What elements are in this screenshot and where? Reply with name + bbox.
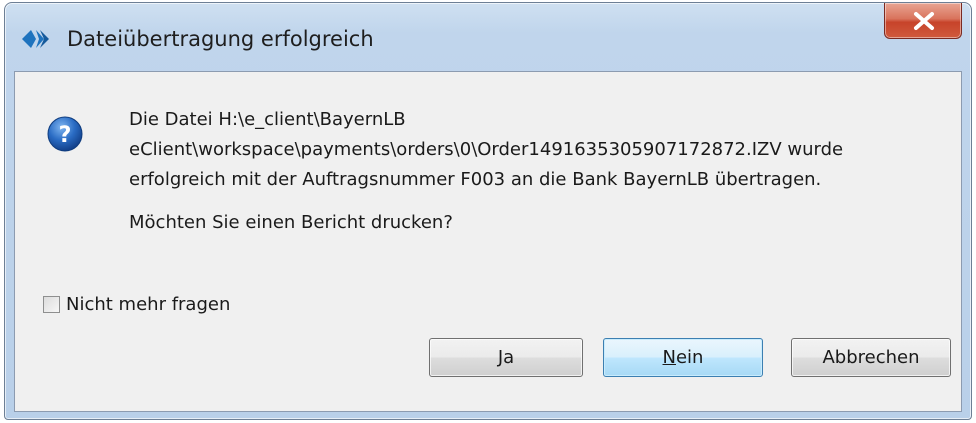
svg-text:?: ? (59, 123, 72, 148)
title-bar[interactable]: Dateiübertragung erfolgreich (5, 3, 971, 73)
no-button-label: Nein (662, 347, 704, 368)
dialog-window: Dateiübertragung erfolgreich ? Die Datei… (4, 2, 972, 420)
question-icon: ? (47, 116, 83, 152)
cancel-button-label: Abbrechen (822, 347, 920, 368)
close-icon (914, 12, 934, 30)
no-button[interactable]: Nein (603, 338, 763, 377)
dialog-content: ? Die Datei H:\e_client\BayernLB eClient… (14, 71, 962, 412)
message-line: Die Datei H:\e_client\BayernLB (129, 109, 406, 130)
dont-ask-again-checkbox[interactable] (43, 295, 60, 313)
close-button[interactable] (884, 3, 962, 39)
cancel-button[interactable]: Abbrechen (791, 338, 951, 377)
app-logo-icon (22, 30, 49, 48)
message-text: Die Datei H:\e_client\BayernLB eClient\w… (129, 105, 929, 195)
yes-button-label: Ja (497, 347, 515, 368)
window-title: Dateiübertragung erfolgreich (67, 27, 374, 51)
yes-button[interactable]: Ja (429, 338, 583, 377)
dont-ask-again-option[interactable]: Nicht mehr fragen (43, 292, 230, 316)
message-line: erfolgreich mit der Auftragsnummer F003 … (129, 169, 822, 190)
message-line: eClient\workspace\payments\orders\0\Orde… (129, 139, 844, 160)
question-text: Möchten Sie einen Bericht drucken? (129, 212, 453, 233)
dont-ask-again-label[interactable]: Nicht mehr fragen (66, 294, 230, 315)
